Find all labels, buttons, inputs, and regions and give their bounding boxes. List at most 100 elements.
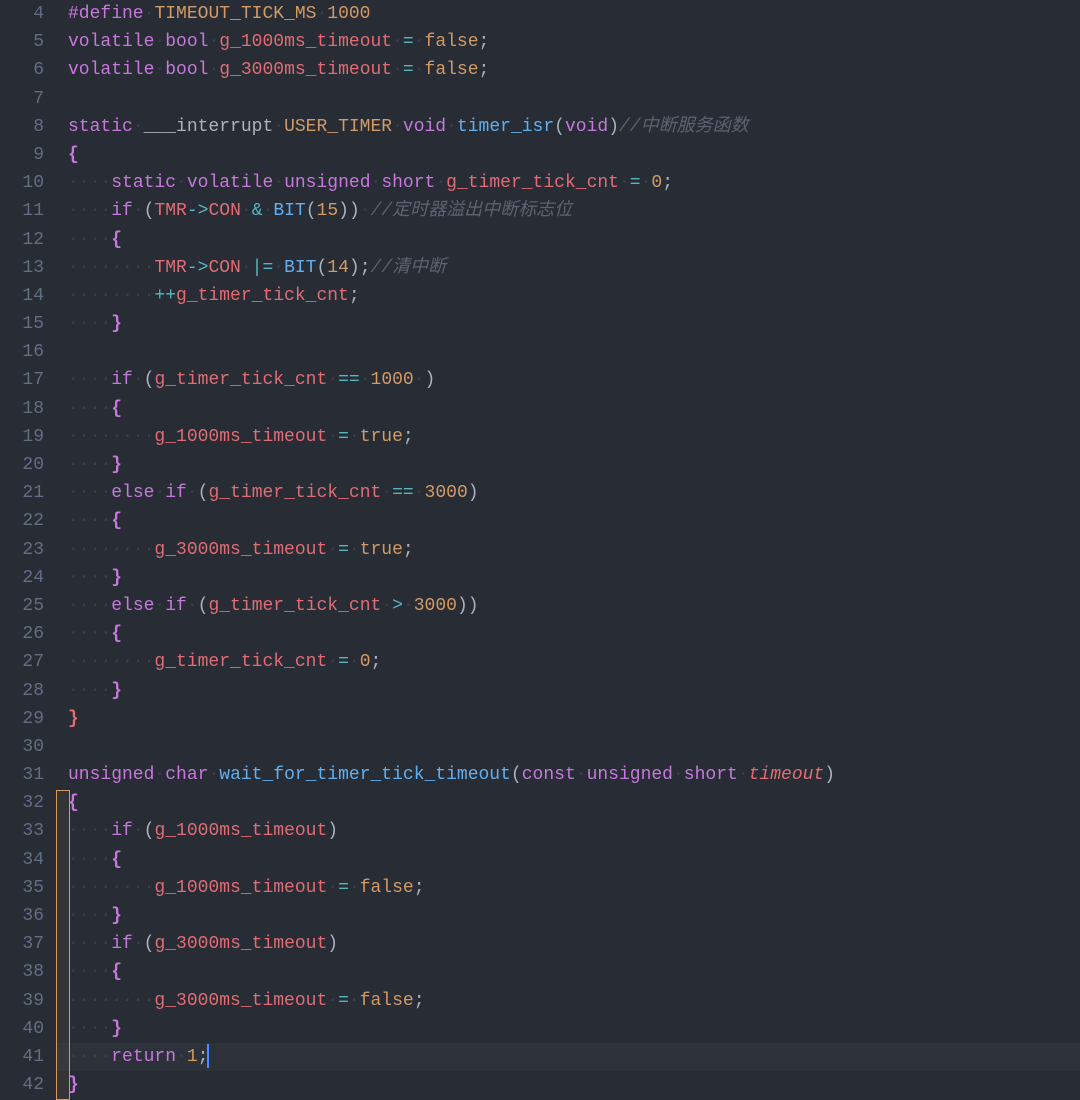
token-ws: ···· (68, 681, 111, 701)
token-ws: · (176, 1047, 187, 1067)
token-ws: ···· (68, 596, 111, 616)
code-line[interactable]: ····} (68, 1015, 1080, 1043)
code-line[interactable]: { (68, 789, 1080, 817)
token-type: unsigned (587, 765, 673, 785)
line-number: 5 (6, 28, 44, 56)
code-line[interactable]: ········g_1000ms_timeout·=·false; (68, 874, 1080, 902)
token-ws: · (154, 32, 165, 52)
text-cursor (207, 1044, 209, 1068)
code-line[interactable]: volatile·bool·g_1000ms_timeout·=·false; (68, 28, 1080, 56)
token-text: ; (403, 427, 414, 447)
token-paren: ( (198, 596, 209, 616)
line-number: 37 (6, 930, 44, 958)
token-comment: //定时器溢出中断标志位 (371, 201, 573, 221)
code-line[interactable]: ····if·(g_timer_tick_cnt·==·1000·) (68, 366, 1080, 394)
code-line[interactable]: ········TMR->CON·|=·BIT(14);//清中断 (68, 254, 1080, 282)
code-line[interactable]: ········g_1000ms_timeout·=·true; (68, 423, 1080, 451)
code-line[interactable]: ····if·(g_1000ms_timeout) (68, 817, 1080, 845)
token-var: g_1000ms_timeout (154, 878, 327, 898)
code-line[interactable]: ····static·volatile·unsigned·short·g_tim… (68, 169, 1080, 197)
token-type: short (381, 173, 435, 193)
token-ws: · (241, 258, 252, 278)
token-paren: ) (338, 201, 349, 221)
token-ws: ···· (68, 370, 111, 390)
token-var: g_1000ms_timeout (154, 427, 327, 447)
line-number: 41 (6, 1043, 44, 1071)
line-number: 16 (6, 338, 44, 366)
code-line[interactable]: ····else·if·(g_timer_tick_cnt·==·3000) (68, 479, 1080, 507)
token-bool: false (360, 878, 414, 898)
line-number: 6 (6, 56, 44, 84)
code-line[interactable] (68, 85, 1080, 113)
token-num: 3000 (414, 596, 457, 616)
token-var: g_3000ms_timeout (154, 540, 327, 560)
token-paren: ) (327, 821, 338, 841)
token-kw: if (111, 201, 133, 221)
token-op: = (630, 173, 641, 193)
token-ws: · (327, 427, 338, 447)
line-number: 25 (6, 592, 44, 620)
line-number: 15 (6, 310, 44, 338)
code-line[interactable]: ····{ (68, 395, 1080, 423)
token-kw: if (165, 483, 187, 503)
line-number: 8 (6, 113, 44, 141)
code-line[interactable]: unsigned·char·wait_for_timer_tick_timeou… (68, 761, 1080, 789)
token-brace: { (111, 850, 122, 870)
token-var: CON (208, 201, 240, 221)
token-ws: ···· (68, 314, 111, 334)
code-line[interactable]: static·___interrupt·USER_TIMER·void·time… (68, 113, 1080, 141)
token-type: volatile (68, 32, 154, 52)
token-op: |= (252, 258, 274, 278)
code-line[interactable]: ····{ (68, 846, 1080, 874)
code-line[interactable]: { (68, 141, 1080, 169)
code-line[interactable]: ····} (68, 451, 1080, 479)
code-line[interactable]: } (68, 1071, 1080, 1099)
code-line[interactable]: ····if·(TMR->CON·&·BIT(15))·//定时器溢出中断标志位 (68, 197, 1080, 225)
token-brace: } (111, 1019, 122, 1039)
token-kw: else (111, 596, 154, 616)
code-line[interactable]: ····} (68, 677, 1080, 705)
token-ws: · (403, 596, 414, 616)
code-line[interactable]: ····} (68, 310, 1080, 338)
token-num: 0 (360, 652, 371, 672)
token-ws: · (273, 258, 284, 278)
token-ws: · (435, 173, 446, 193)
token-var: g_3000ms_timeout (154, 991, 327, 1011)
code-line[interactable]: volatile·bool·g_3000ms_timeout·=·false; (68, 56, 1080, 84)
code-line[interactable]: ····{ (68, 620, 1080, 648)
code-line[interactable]: ········++g_timer_tick_cnt; (68, 282, 1080, 310)
token-type: volatile (68, 60, 154, 80)
line-number: 21 (6, 479, 44, 507)
line-number: 31 (6, 761, 44, 789)
code-line[interactable] (68, 733, 1080, 761)
token-brace: { (68, 793, 79, 813)
code-line[interactable]: ····{ (68, 958, 1080, 986)
code-line[interactable]: ········g_timer_tick_cnt·=·0; (68, 648, 1080, 676)
code-line[interactable]: ····else·if·(g_timer_tick_cnt·>·3000)) (68, 592, 1080, 620)
token-ws: · (133, 370, 144, 390)
token-ws: ···· (68, 568, 111, 588)
code-editor[interactable]: 4567891011121314151617181920212223242526… (0, 0, 1080, 1085)
token-op: = (338, 991, 349, 1011)
code-line[interactable]: ····} (68, 564, 1080, 592)
token-ws: · (414, 483, 425, 503)
token-paren: ) (468, 483, 479, 503)
token-ws: · (414, 370, 425, 390)
code-line[interactable] (68, 338, 1080, 366)
code-line[interactable]: ····{ (68, 507, 1080, 535)
token-macro: USER_TIMER (284, 117, 392, 137)
code-line[interactable]: ········g_3000ms_timeout·=·false; (68, 987, 1080, 1015)
code-line[interactable]: ····} (68, 902, 1080, 930)
token-ws: ········ (68, 540, 154, 560)
code-line[interactable]: ····{ (68, 226, 1080, 254)
code-area[interactable]: #define·TIMEOUT_TICK_MS·1000volatile·boo… (56, 0, 1080, 1085)
code-line[interactable]: ····if·(g_3000ms_timeout) (68, 930, 1080, 958)
code-line[interactable]: ········g_3000ms_timeout·=·true; (68, 536, 1080, 564)
code-line[interactable]: #define·TIMEOUT_TICK_MS·1000 (68, 0, 1080, 28)
code-line[interactable]: ····return·1; (68, 1043, 1080, 1071)
token-kw: if (111, 821, 133, 841)
token-kw: return (111, 1047, 176, 1067)
token-num: 1000 (371, 370, 414, 390)
token-type: char (165, 765, 208, 785)
code-line[interactable]: } (68, 705, 1080, 733)
